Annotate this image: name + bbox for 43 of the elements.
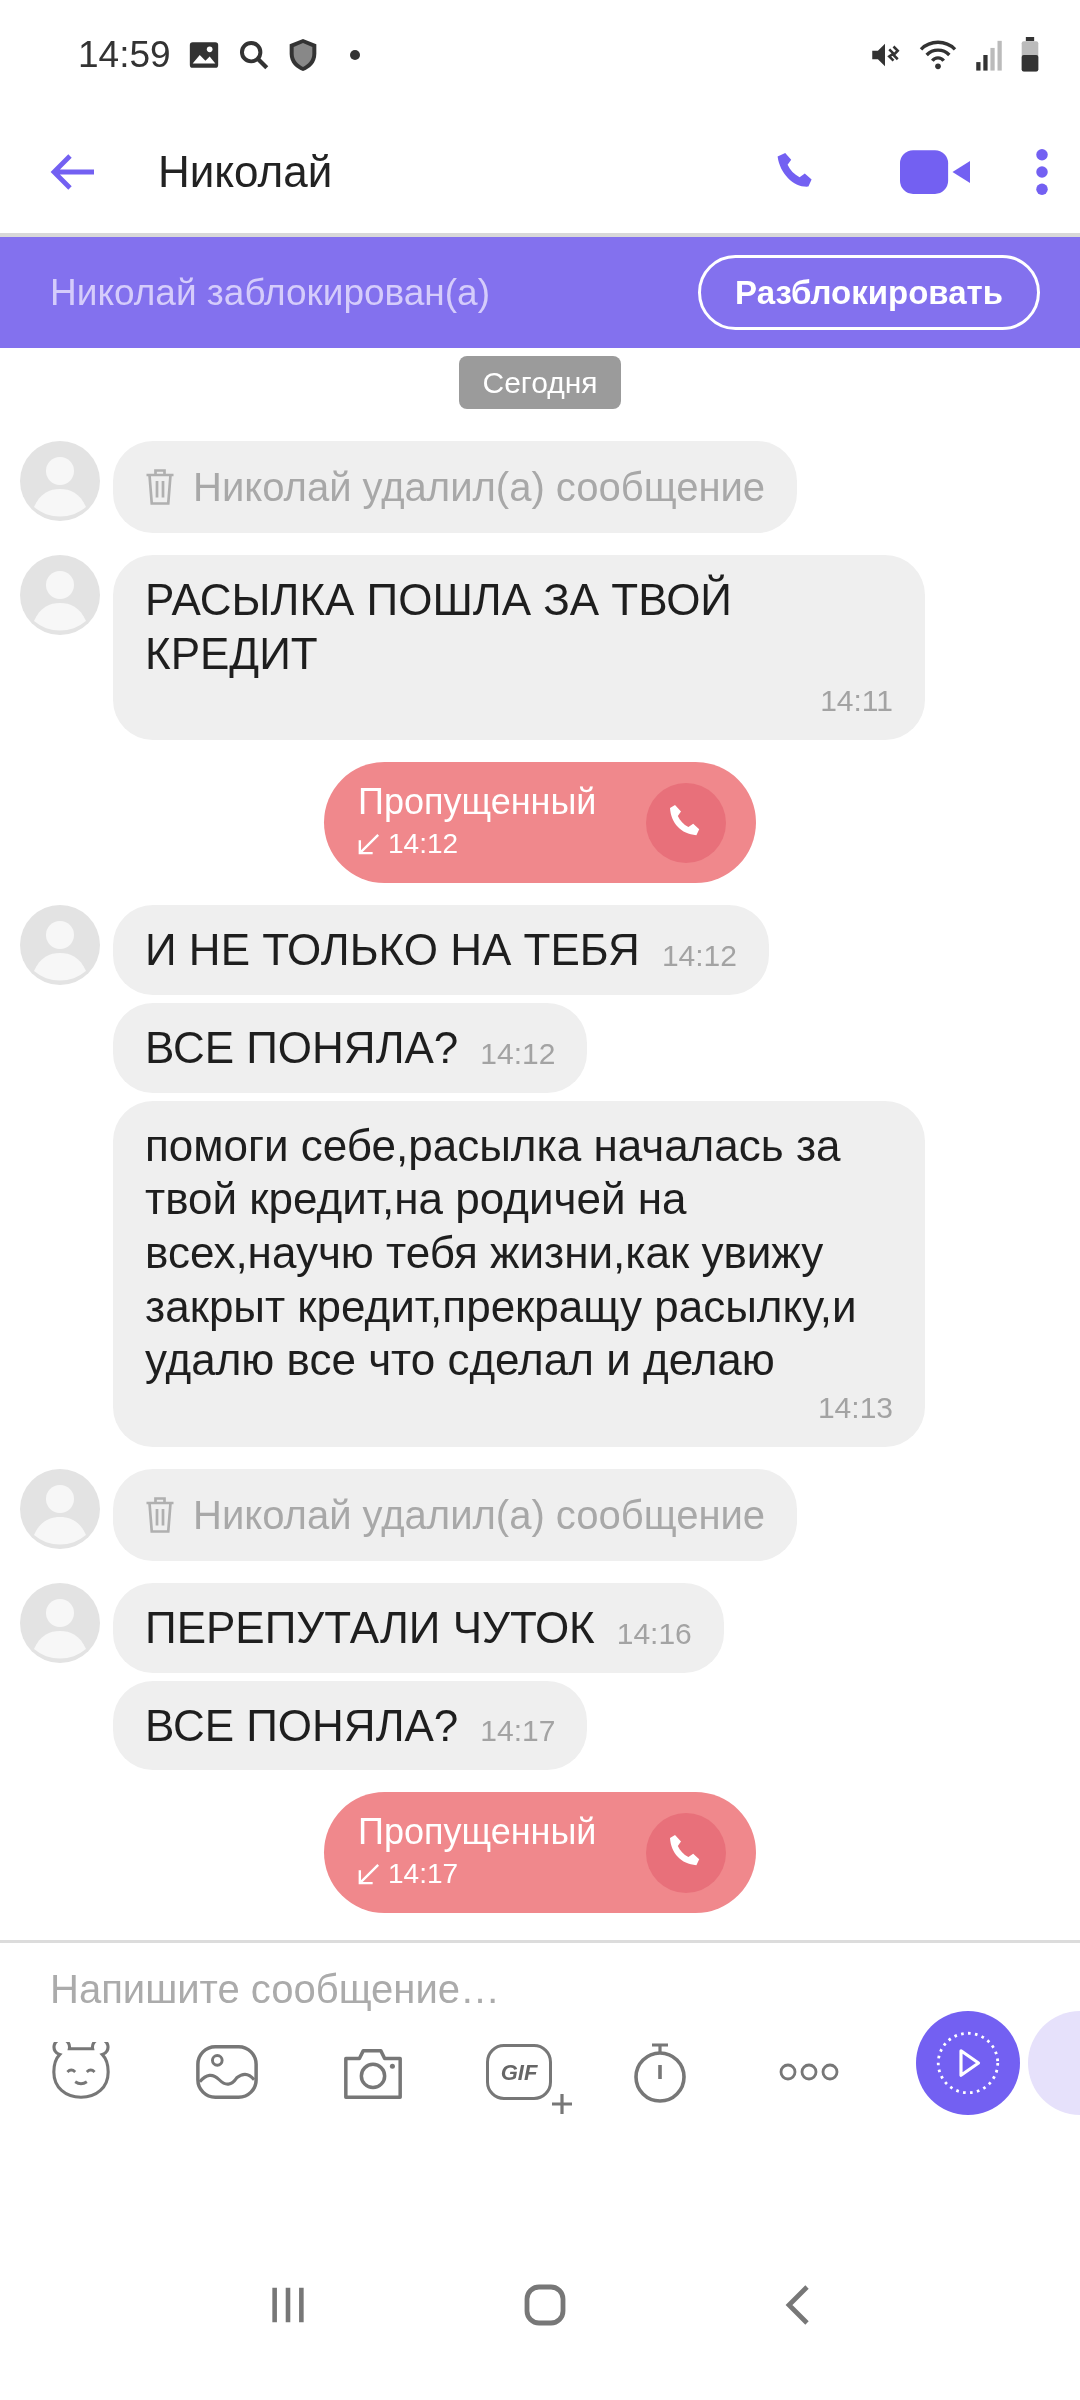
gif-button[interactable]: GIF — [486, 2044, 552, 2100]
status-time: 14:59 — [78, 33, 171, 78]
message-text: помоги себе,расылка началась за твой кредит,на родичей на всех,научю тебя жизни,как увижу закрыт кредит,прекращу расылку,и удалю все что сделал и делаю — [145, 1119, 858, 1387]
wifi-icon — [918, 38, 958, 72]
more-options-icon[interactable] — [1034, 148, 1050, 195]
message-text: ВСЕ ПОНЯЛА? — [145, 1699, 459, 1752]
trash-icon — [145, 469, 175, 505]
gallery-icon[interactable] — [194, 2042, 260, 2102]
contact-name: Николай — [158, 145, 333, 198]
signal-icon — [974, 38, 1004, 72]
call-time: 14:12 — [388, 827, 459, 862]
missed-call-bubble[interactable]: Пропущенный 14:17 — [324, 1792, 756, 1914]
message-text: И НЕ ТОЛЬКО НА ТЕБЯ — [145, 924, 640, 977]
call-status: Пропущенный — [358, 1810, 597, 1854]
message-time: 14:12 — [480, 1035, 556, 1072]
incoming-arrow-icon — [358, 833, 380, 856]
phone-icon — [646, 1812, 726, 1893]
message-time: 14:17 — [480, 1713, 556, 1750]
incoming-arrow-icon — [358, 1863, 380, 1886]
notification-dot-icon — [348, 49, 361, 61]
plus-icon — [550, 2092, 574, 2116]
deleted-notice: Николай удалил(а) сообщение — [193, 1492, 766, 1540]
message-text: РАСЫЛКА ПОШЛА ЗА ТВОЙ КРЕДИТ — [145, 573, 733, 680]
unblock-button[interactable]: Разблокировать — [698, 254, 1040, 331]
message-time: 14:11 — [820, 683, 893, 720]
battery-icon — [1020, 37, 1040, 73]
message-time: 14:12 — [661, 938, 737, 974]
message-text: ВСЕ ПОНЯЛА? — [145, 1022, 459, 1074]
message-input-field[interactable]: Напишите сообщение… — [0, 1943, 860, 2019]
message-time: 14:13 — [817, 1390, 893, 1427]
message-time: 14:16 — [616, 1615, 692, 1652]
call-time: 14:17 — [388, 1857, 459, 1892]
message-text: ПЕРЕПУТАЛИ ЧУТОК — [145, 1602, 595, 1655]
blocked-notice: Николай заблокирован(а) — [50, 270, 490, 315]
trash-icon — [145, 1497, 175, 1534]
phone-icon — [646, 782, 726, 863]
home-icon[interactable] — [523, 2283, 567, 2327]
more-icon[interactable] — [778, 2062, 840, 2082]
call-status: Пропущенный — [358, 780, 597, 824]
timer-icon[interactable] — [632, 2041, 688, 2103]
deleted-notice: Николай удалил(а) сообщение — [193, 464, 766, 511]
video-camera-icon[interactable] — [900, 149, 970, 194]
missed-call-bubble[interactable]: Пропущенный 14:12 — [324, 762, 756, 884]
